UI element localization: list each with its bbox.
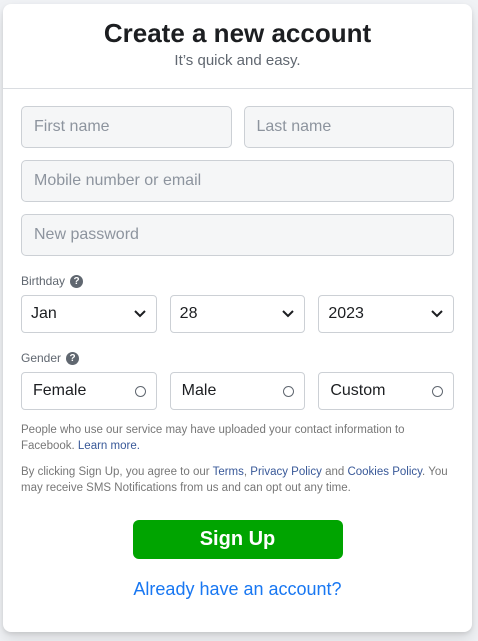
radio-unchecked-icon[interactable] xyxy=(134,385,146,397)
radio-unchecked-icon[interactable] xyxy=(432,385,444,397)
already-have-account-link[interactable]: Already have an account? xyxy=(21,579,454,600)
birthday-selects: Jan 28 2023 xyxy=(21,295,455,333)
and-text: and xyxy=(325,466,345,478)
gender-option-label: Female xyxy=(33,382,87,399)
page-title: Create a new account xyxy=(103,18,372,48)
month-value: Jan xyxy=(31,305,57,322)
day-value: 28 xyxy=(179,305,198,322)
cookies-policy-link[interactable]: Cookies Policy xyxy=(347,466,422,478)
terms-note: By clicking Sign Up, you agree to our Te… xyxy=(21,466,448,494)
first-name-input[interactable] xyxy=(21,106,232,148)
gender-label-row: Gender ? xyxy=(21,350,454,366)
month-select[interactable]: Jan xyxy=(21,295,157,333)
card-header: Create a new account It’s quick and easy… xyxy=(3,4,472,89)
gender-options: Female Male Custom xyxy=(21,372,455,410)
page-subtitle: It’s quick and easy. xyxy=(174,52,301,69)
contact-info-note: People who use our service may have uplo… xyxy=(21,422,454,454)
learn-more-link[interactable]: Learn more. xyxy=(78,440,140,452)
password-input[interactable] xyxy=(21,214,454,256)
gender-option-male[interactable]: Male xyxy=(169,372,306,410)
terms-prefix-text: By clicking Sign Up, you agree to our xyxy=(21,466,210,478)
form-body: Birthday ? Jan 28 2023 xyxy=(3,89,472,600)
chevron-down-icon xyxy=(133,307,147,321)
gender-option-custom[interactable]: Custom xyxy=(318,372,455,410)
question-circle-icon[interactable]: ? xyxy=(70,274,84,288)
year-select[interactable]: 2023 xyxy=(318,295,455,333)
year-value: 2023 xyxy=(328,305,364,322)
terms-link[interactable]: Terms xyxy=(213,466,244,478)
gender-option-label: Male xyxy=(181,382,217,399)
name-row xyxy=(21,106,454,148)
gender-label: Gender xyxy=(21,351,62,365)
sign-up-button[interactable]: Sign Up xyxy=(132,520,343,559)
birthday-label-row: Birthday ? xyxy=(21,273,454,289)
birthday-label: Birthday xyxy=(21,274,66,288)
chevron-down-icon xyxy=(430,307,444,321)
gender-option-female[interactable]: Female xyxy=(21,372,157,410)
contact-input[interactable] xyxy=(21,160,454,202)
signup-wrap: Sign Up xyxy=(21,520,454,559)
question-circle-icon[interactable]: ? xyxy=(66,351,80,365)
last-name-input[interactable] xyxy=(243,106,454,148)
day-select[interactable]: 28 xyxy=(169,295,306,333)
signup-card: Create a new account It’s quick and easy… xyxy=(3,4,472,632)
privacy-policy-link[interactable]: Privacy Policy xyxy=(250,466,322,478)
chevron-down-icon xyxy=(281,307,295,321)
gender-option-label: Custom xyxy=(330,382,386,399)
radio-unchecked-icon[interactable] xyxy=(283,385,295,397)
